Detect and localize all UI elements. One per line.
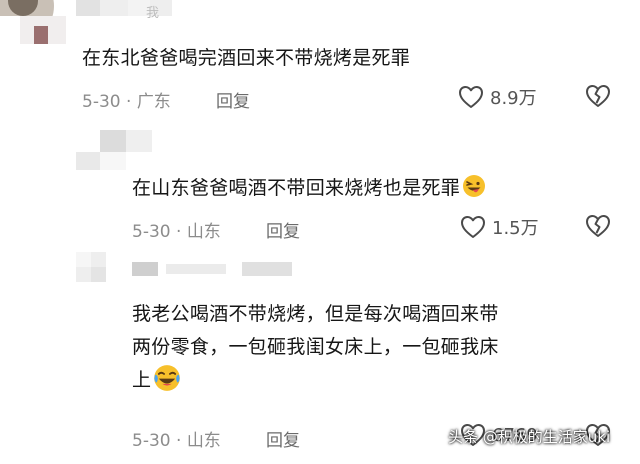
grinning-tongue-emoji [463,175,486,197]
comment-meta: 5-30 · 山东 [132,426,221,451]
comment-meta: 5-30 · 广东 [82,87,171,112]
crying-laughing-emoji [154,365,181,391]
reply-button[interactable]: 回复 [266,426,300,451]
broken-heart-icon[interactable] [585,214,611,238]
username[interactable]: 我 [146,2,159,21]
like-count: 8.9万 [490,88,537,109]
watermark: 头条 @积极的生活家uki [448,428,611,446]
comment-location: 山东 [186,222,221,242]
comment-date: 5-30 [132,222,171,242]
comment-location: 山东 [186,431,221,451]
username-mosaic [132,262,292,276]
reply-button[interactable]: 回复 [216,87,250,112]
comment-date: 5-30 [82,92,121,112]
comment-meta: 5-30 · 山东 [132,217,221,242]
comment-item: 在山东爸爸喝酒不带回来烧烤也是死罪 5-30 · 山东 回复 1.5万 [0,120,640,250]
like-button[interactable]: 1.5万 [460,214,539,240]
meta-separator: · [126,92,132,112]
comment-text-line: 我老公喝酒不带烧烤，但是每次喝酒回来带 [132,303,499,325]
comment-text: 我老公喝酒不带烧烤，但是每次喝酒回来带 两份零食，一包砸我闺女床上，一包砸我床 … [132,298,612,397]
avatar-mosaic [76,130,202,170]
broken-heart-icon[interactable] [585,84,611,108]
reply-button[interactable]: 回复 [266,217,300,242]
avatar-mosaic [0,16,66,44]
comment-text-body: 在东北爸爸喝完酒回来不带烧烤是死罪 [82,47,411,69]
comment-text-body: 在山东爸爸喝酒不带回来烧烤也是死罪 [132,177,461,199]
heart-icon [459,86,483,108]
meta-separator: · [176,431,182,451]
comment-date: 5-30 [132,431,171,451]
like-button[interactable]: 8.9万 [458,84,537,110]
avatar-mosaic [76,252,106,282]
meta-separator: · [176,222,182,242]
comment-text: 在山东爸爸喝酒不带回来烧烤也是死罪 [132,172,486,205]
comment-location: 广东 [136,92,171,112]
comment-item: 我 在东北爸爸喝完酒回来不带烧烤是死罪 5-30 · 广东 回复 8.9万 [0,0,640,120]
comment-text-line: 上 [132,369,152,391]
comment-text-line: 两份零食，一包砸我闺女床上，一包砸我床 [132,336,499,358]
comment-text: 在东北爸爸喝完酒回来不带烧烤是死罪 [82,42,410,75]
like-count: 1.5万 [492,218,539,239]
heart-icon [461,216,485,238]
